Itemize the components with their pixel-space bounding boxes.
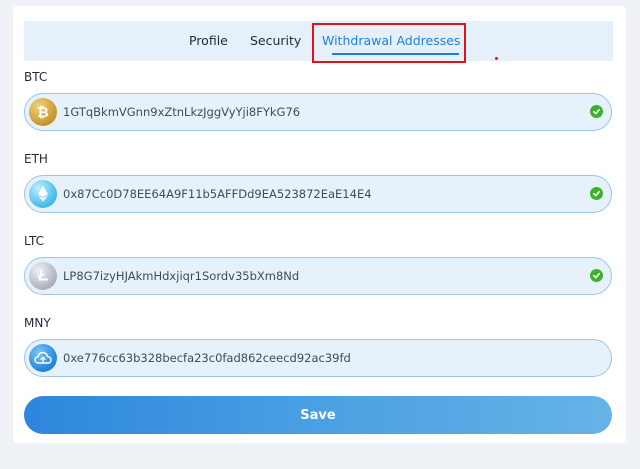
eth-label: ETH <box>24 152 48 166</box>
mny-address-value: 0xe776cc63b328becfa23c0fad862ceecd92ac39… <box>63 351 351 365</box>
ltc-label: LTC <box>24 234 45 248</box>
tab-bar: Profile Security Withdrawal Addresses <box>24 21 613 61</box>
mny-address-field[interactable]: 0xe776cc63b328becfa23c0fad862ceecd92ac39… <box>24 339 612 377</box>
annotation-dot <box>495 57 498 60</box>
bitcoin-icon: ₿ <box>29 98 57 126</box>
litecoin-icon <box>29 262 57 290</box>
check-icon <box>590 269 603 282</box>
save-button[interactable]: Save <box>24 396 612 434</box>
tab-withdrawal-addresses[interactable]: Withdrawal Addresses <box>322 21 460 61</box>
ethereum-icon <box>29 180 57 208</box>
check-icon <box>590 105 603 118</box>
settings-card: Profile Security Withdrawal Addresses BT… <box>13 6 626 443</box>
ltc-address-value: LP8G7izyHJAkmHdxjiqr1Sordv35bXm8Nd <box>63 269 300 283</box>
btc-label: BTC <box>24 70 48 84</box>
active-tab-indicator <box>332 53 459 55</box>
eth-address-value: 0x87Cc0D78EE64A9F11b5AFFDd9EA523872EaE14… <box>63 187 372 201</box>
mny-label: MNY <box>24 316 51 330</box>
svg-text:₿: ₿ <box>37 105 48 120</box>
tab-profile[interactable]: Profile <box>189 21 228 61</box>
check-icon <box>590 187 603 200</box>
ltc-address-field[interactable]: LP8G7izyHJAkmHdxjiqr1Sordv35bXm8Nd <box>24 257 612 295</box>
tab-security[interactable]: Security <box>250 21 301 61</box>
btc-address-value: 1GTqBkmVGnn9xZtnLkzJggVyYji8FYkG76 <box>63 105 301 119</box>
cloud-upload-icon <box>29 344 57 372</box>
btc-address-field[interactable]: ₿ 1GTqBkmVGnn9xZtnLkzJggVyYji8FYkG76 <box>24 93 612 131</box>
eth-address-field[interactable]: 0x87Cc0D78EE64A9F11b5AFFDd9EA523872EaE14… <box>24 175 612 213</box>
